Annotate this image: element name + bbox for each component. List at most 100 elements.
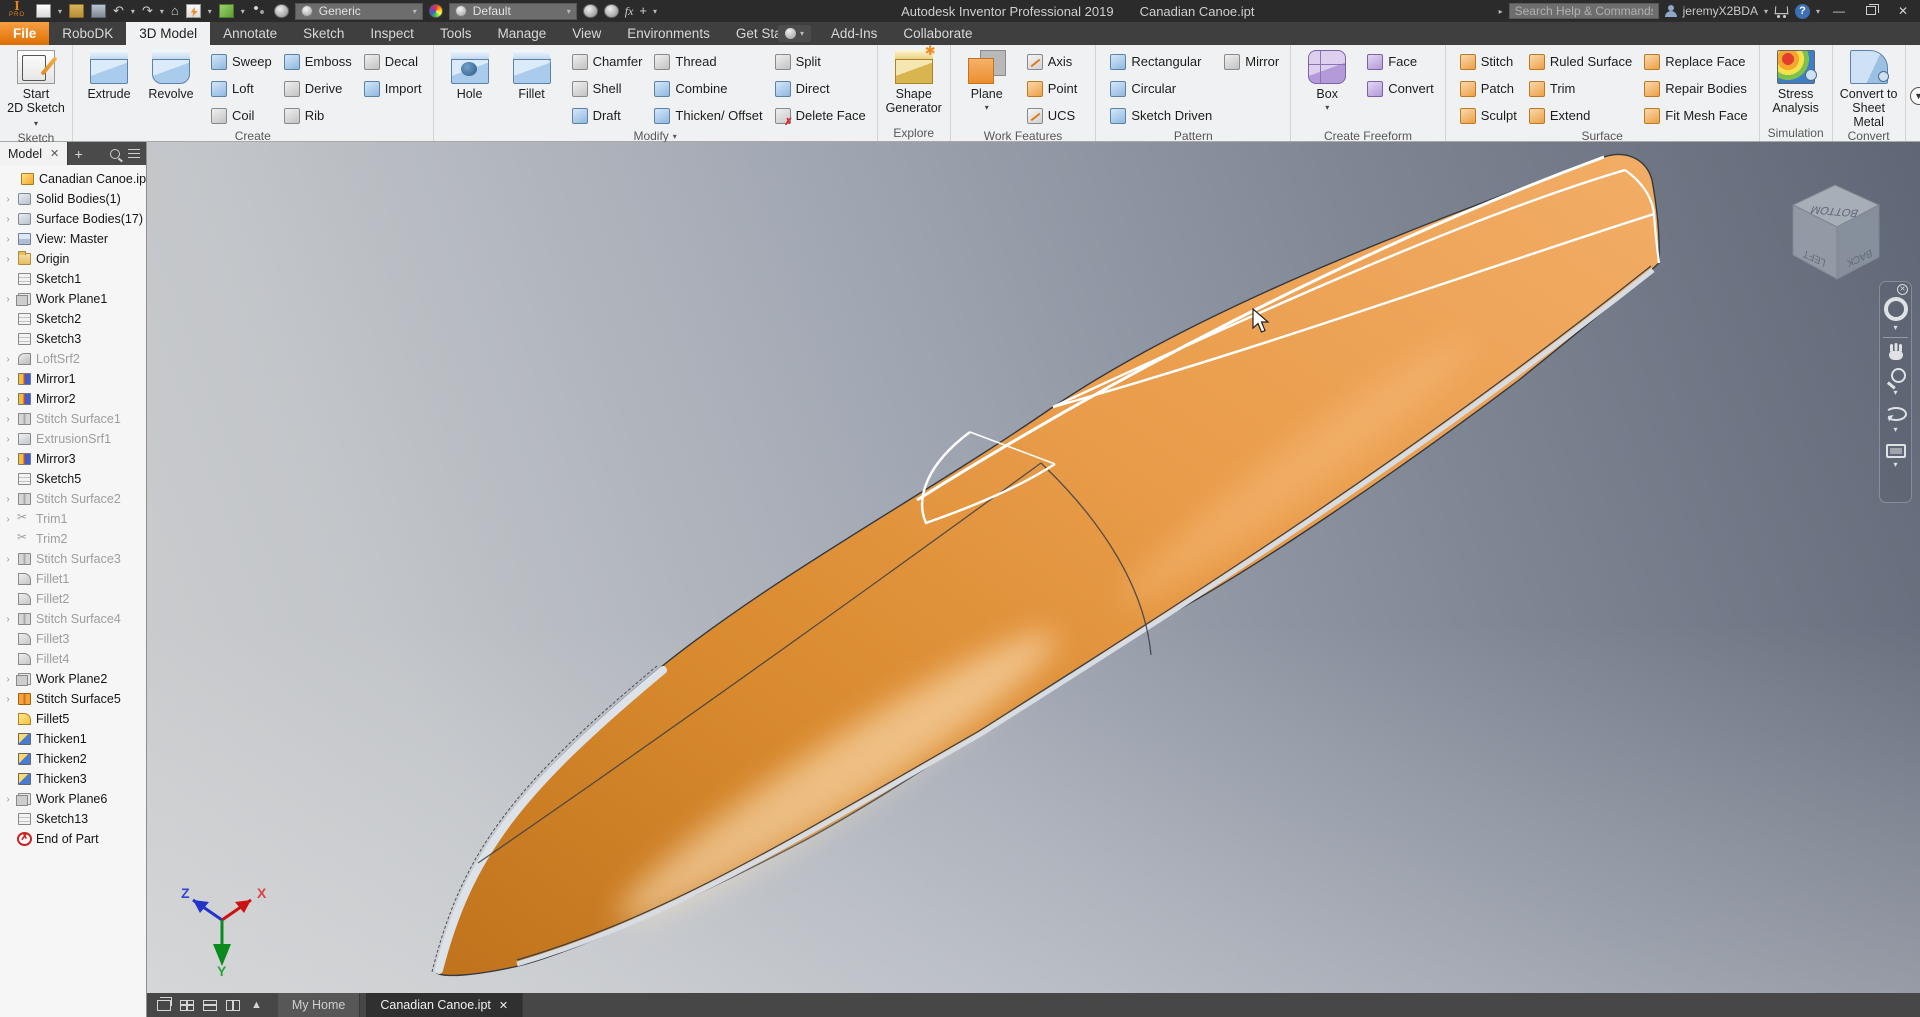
tree-item[interactable]: Work Plane6 [0, 789, 146, 809]
tree-item[interactable]: LoftSrf2 [0, 349, 146, 369]
expand-arrow-icon[interactable] [3, 254, 13, 265]
expand-arrow-icon[interactable] [3, 454, 13, 465]
tree-item[interactable]: Trim1 [0, 509, 146, 529]
ribbon-small-button[interactable]: Draft [566, 102, 649, 129]
open-file-icon[interactable] [69, 4, 84, 18]
tree-item[interactable]: End of Part [0, 829, 146, 849]
ribbon-small-button[interactable]: Ruled Surface [1523, 48, 1638, 75]
expand-arrow-icon[interactable] [3, 694, 13, 705]
tile-windows-icon[interactable] [180, 1000, 194, 1011]
color-wheel-icon[interactable] [429, 4, 443, 18]
tree-item[interactable]: Mirror2 [0, 389, 146, 409]
tree-item[interactable]: Fillet4 [0, 649, 146, 669]
ribbon-small-button[interactable]: Sketch Driven [1104, 102, 1218, 129]
ribbon-tab[interactable]: Tools [427, 22, 485, 45]
navbar-close-icon[interactable]: ✕ [1897, 284, 1908, 295]
hole-button[interactable]: Hole [439, 48, 501, 101]
browser-tab-model[interactable]: Model ✕ [0, 142, 67, 165]
save-icon[interactable] [91, 4, 106, 18]
tree-item[interactable]: Stitch Surface2 [0, 489, 146, 509]
tree-item[interactable]: Stitch Surface1 [0, 409, 146, 429]
user-name[interactable]: jeremyX2BDA [1683, 4, 1758, 18]
ribbon-small-button[interactable]: Loft [205, 75, 278, 102]
tree-item[interactable]: Sketch13 [0, 809, 146, 829]
horizontal-tile-icon[interactable] [203, 1000, 217, 1011]
look-at-icon[interactable] [1886, 444, 1906, 458]
clean-screen-icon[interactable]: ▲ [251, 999, 262, 1011]
tree-item[interactable]: Work Plane1 [0, 289, 146, 309]
ribbon-small-button[interactable]: Repair Bodies [1638, 75, 1753, 102]
tree-item[interactable]: View: Master [0, 229, 146, 249]
tree-item[interactable]: Work Plane2 [0, 669, 146, 689]
view-cube[interactable]: BOTTOM LEFT BACK [1775, 167, 1895, 302]
material-cube-icon[interactable] [219, 4, 234, 18]
expand-arrow-icon[interactable] [3, 374, 13, 385]
tree-item[interactable]: Thicken3 [0, 769, 146, 789]
help-dropdown-icon[interactable]: ▾ [1816, 7, 1820, 16]
ribbon-small-button[interactable]: Rib [278, 102, 358, 129]
appearance-select[interactable]: Default ▾ [449, 3, 577, 20]
revolve-button[interactable]: Revolve [140, 48, 202, 101]
ribbon-small-button[interactable]: Trim [1523, 75, 1638, 102]
ribbon-small-button[interactable]: Replace Face [1638, 48, 1753, 75]
undo-icon[interactable]: ↶ [113, 4, 124, 18]
tree-item[interactable]: Sketch1 [0, 269, 146, 289]
tree-item[interactable]: Fillet3 [0, 629, 146, 649]
shape-generator-button[interactable]: Shape Generator [883, 48, 945, 115]
stress-analysis-button[interactable]: Stress Analysis [1765, 48, 1827, 115]
ribbon-small-button[interactable]: Thread [648, 48, 768, 75]
tree-item[interactable]: Thicken2 [0, 749, 146, 769]
fillet-button[interactable]: Fillet [501, 48, 563, 101]
new-file-dropdown-icon[interactable]: ▾ [58, 7, 62, 16]
panel-label-modify[interactable]: Modify▾ [434, 129, 877, 143]
ribbon-display-toggle[interactable]: ▾ [778, 25, 811, 42]
help-icon[interactable]: ? [1795, 4, 1810, 19]
close-button[interactable]: ✕ [1890, 4, 1916, 18]
tree-item[interactable]: Sketch2 [0, 309, 146, 329]
expand-arrow-icon[interactable] [3, 554, 13, 565]
zoom-icon[interactable] [1886, 368, 1906, 386]
orbit-icon[interactable] [1885, 405, 1907, 423]
ribbon-small-button[interactable]: Point [1021, 75, 1091, 102]
ribbon-small-button[interactable]: Face [1361, 48, 1440, 75]
ribbon-small-button[interactable]: Combine [648, 75, 768, 102]
ribbon-small-button[interactable]: Delete Face [769, 102, 872, 129]
zoom-dropdown-icon[interactable]: ▾ [1893, 388, 1897, 397]
new-file-icon[interactable] [36, 4, 51, 18]
ribbon-small-button[interactable]: Decal [358, 48, 428, 75]
ribbon-small-button[interactable]: Circular [1104, 75, 1218, 102]
orbit-dropdown-icon[interactable]: ▾ [1893, 425, 1897, 434]
measure-icon[interactable] [252, 4, 267, 18]
browser-tab-close-icon[interactable]: ✕ [50, 147, 59, 160]
tree-item[interactable]: Fillet1 [0, 569, 146, 589]
expand-arrow-icon[interactable] [3, 194, 13, 205]
ribbon-tab[interactable]: Sketch [290, 22, 357, 45]
ribbon-small-button[interactable]: Thicken/ Offset [648, 102, 768, 129]
ribbon-small-button[interactable]: Axis [1021, 48, 1091, 75]
tree-item[interactable]: Sketch3 [0, 329, 146, 349]
ribbon-small-button[interactable]: Import [358, 75, 428, 102]
ribbon-small-button[interactable]: Stitch [1454, 48, 1523, 75]
expand-arrow-icon[interactable] [3, 434, 13, 445]
minimize-button[interactable]: — [1826, 4, 1852, 18]
ribbon-tab[interactable]: View [559, 22, 614, 45]
document-tab[interactable]: Canadian Canoe.ipt ✕ [366, 993, 523, 1017]
pan-icon[interactable] [1887, 344, 1905, 360]
adjust-appearance-icon[interactable] [583, 4, 598, 18]
ribbon-small-button[interactable]: Emboss [278, 48, 358, 75]
search-collapse-icon[interactable]: ▸ [1499, 7, 1503, 16]
ribbon-small-button[interactable]: Fit Mesh Face [1638, 102, 1753, 129]
tree-item[interactable]: Mirror3 [0, 449, 146, 469]
expand-arrow-icon[interactable] [3, 514, 13, 525]
ribbon-tab[interactable]: Annotate [210, 22, 290, 45]
search-input[interactable] [1509, 3, 1659, 19]
browser-add-tab-button[interactable]: + [67, 142, 89, 165]
ribbon-small-button[interactable]: Split [769, 48, 872, 75]
home-icon[interactable]: ⌂ [171, 4, 179, 18]
redo-icon[interactable]: ↷ [142, 4, 153, 18]
tree-item[interactable]: Mirror1 [0, 369, 146, 389]
material-select[interactable]: Generic ▾ [295, 3, 423, 20]
ribbon-small-button[interactable]: Rectangular [1104, 48, 1218, 75]
user-dropdown-icon[interactable]: ▾ [1764, 7, 1768, 16]
ribbon-collapse-button[interactable]: ▼ ▾ [1910, 51, 1920, 141]
